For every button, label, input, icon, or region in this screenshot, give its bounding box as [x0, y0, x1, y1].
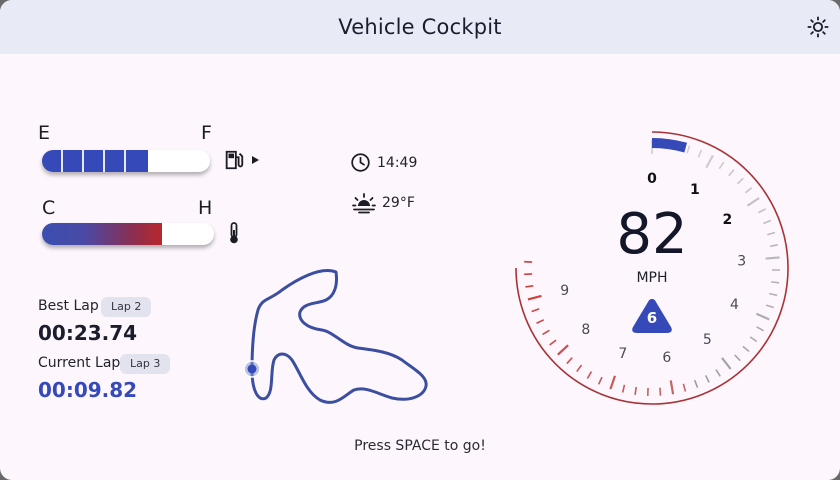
play-arrow-icon [252, 156, 259, 164]
rpm-tick [769, 244, 779, 248]
rpm-label: 3 [737, 254, 746, 270]
gear-value: 6 [646, 309, 658, 327]
track-outline [250, 269, 428, 404]
temperature-level-fill [42, 223, 163, 245]
rpm-tick [527, 294, 542, 301]
rpm-tick [531, 308, 540, 313]
rpm-tick [756, 326, 764, 332]
fuel-segment [105, 150, 126, 172]
rpm-label: 8 [581, 322, 590, 338]
rpm-label: 1 [690, 182, 700, 198]
rpm-label: 4 [730, 297, 739, 313]
rpm-tick [704, 375, 710, 383]
rpm-tick [549, 339, 557, 346]
weather-row: 29°F [352, 192, 415, 214]
start-hint: Press SPACE to go! [354, 438, 486, 454]
rpm-tick [734, 354, 741, 362]
fuel-full-label: F [201, 122, 212, 144]
rpm-tick [758, 208, 766, 214]
rpm-tick [557, 344, 569, 356]
current-lap-label: Current Lap [38, 355, 121, 371]
best-lap-time: 00:23.74 [38, 321, 138, 345]
rpm-tick [705, 154, 714, 169]
current-lap-chip[interactable]: Lap 3 [120, 354, 171, 374]
rpm-tick [634, 386, 637, 395]
best-lap-chip[interactable]: Lap 2 [101, 297, 152, 317]
rpm-tick [736, 177, 744, 185]
rpm-tick [659, 387, 662, 396]
sunset-icon [352, 193, 376, 214]
clock-icon [351, 153, 370, 172]
rpm-tick [746, 197, 760, 207]
rpm-label: 0 [647, 171, 657, 187]
rpm-tick [621, 384, 626, 393]
app-bar: Vehicle Cockpit [0, 0, 840, 54]
rpm-tick [586, 371, 593, 379]
temp-hot-label: H [198, 197, 213, 219]
fuel-pump-icon [225, 150, 244, 170]
temp-cold-label: C [42, 197, 56, 219]
fuel-segment [42, 150, 63, 172]
best-lap-label: Best Lap [38, 298, 99, 314]
theme-toggle-button[interactable] [804, 13, 832, 41]
rpm-tick [769, 292, 778, 297]
rpm-tick [721, 357, 732, 370]
rpm-tick [755, 312, 770, 321]
speed-value: 82 [616, 202, 688, 267]
weather-temperature: 29°F [382, 195, 415, 211]
rpm-tick [525, 285, 534, 288]
rpm-tick [765, 256, 780, 260]
clock-row: 14:49 [350, 152, 417, 173]
rpm-label: 7 [618, 346, 627, 362]
app-window: Vehicle Cockpit E F C H 14:49 29°F Best … [0, 0, 840, 480]
rpm-tick [697, 149, 703, 158]
rpm-tick [609, 375, 617, 390]
speed-unit: MPH [636, 270, 668, 286]
rpm-label: 9 [560, 283, 569, 299]
rpm-tick [686, 145, 691, 154]
rpm-tick [763, 219, 772, 225]
fuel-segment [126, 150, 148, 172]
rpm-tick [597, 376, 603, 385]
thermometer-icon [230, 222, 238, 244]
rpm-tick [765, 304, 774, 309]
rpm-tick [742, 345, 750, 353]
fuel-segment [63, 150, 84, 172]
rpm-tick [542, 329, 550, 336]
rpm-tick [715, 369, 721, 377]
rpm-tick [749, 336, 758, 343]
rpm-band [651, 138, 688, 153]
rpm-tick [771, 281, 780, 284]
fuel-segment [84, 150, 105, 172]
temperature-gauge-bar [42, 223, 214, 245]
rpm-label: 2 [722, 212, 732, 228]
rpm-label: 5 [703, 332, 712, 348]
app-title: Vehicle Cockpit [338, 15, 502, 39]
rpm-label: 6 [662, 350, 671, 366]
fuel-level-fill [42, 150, 148, 172]
rpm-tick [536, 319, 545, 324]
rpm-tick [767, 231, 776, 236]
rpm-tick [728, 169, 735, 177]
rpm-tick [693, 379, 699, 388]
current-lap-time: 00:09.82 [38, 378, 138, 402]
sun-icon [807, 16, 829, 38]
clock-time: 14:49 [377, 154, 418, 171]
track-map [243, 269, 428, 404]
rpm-tick [566, 357, 573, 365]
fuel-gauge-bar [42, 150, 210, 172]
fuel-empty-label: E [38, 122, 51, 144]
rpm-tick [744, 187, 753, 194]
rpm-tick [682, 383, 687, 392]
rpm-tick [718, 161, 725, 170]
rpm-tick [669, 380, 675, 395]
rpm-tick [576, 364, 583, 373]
